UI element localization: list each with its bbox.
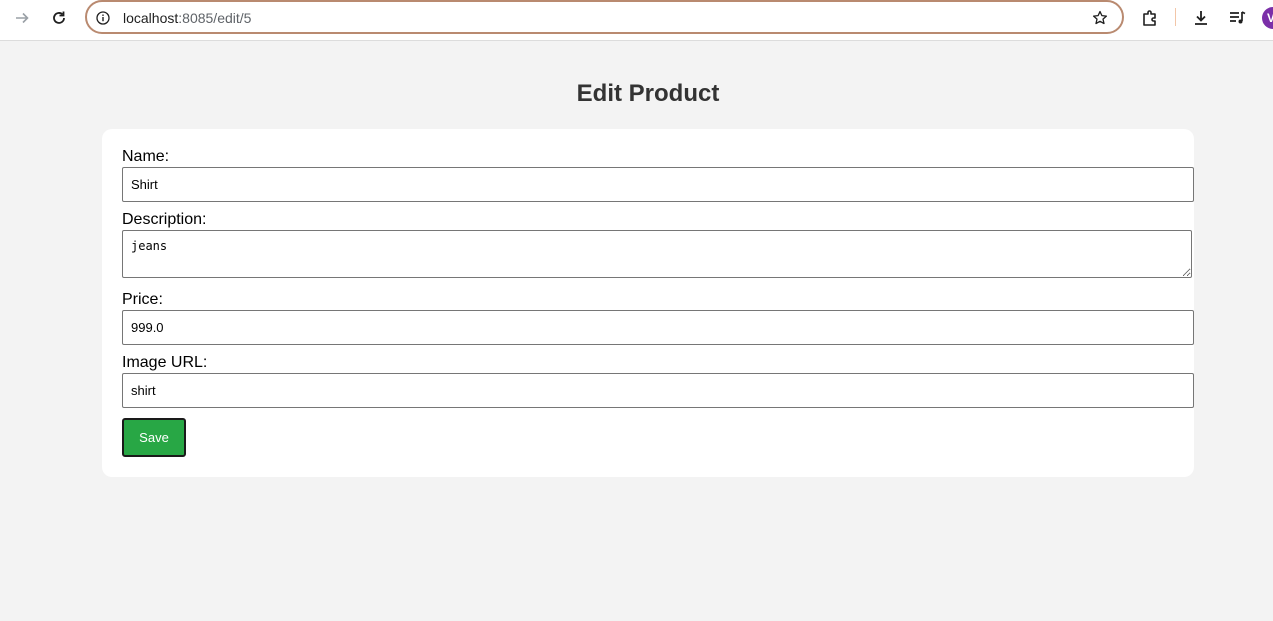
price-input[interactable] xyxy=(122,310,1194,345)
profile-initial: V xyxy=(1267,11,1273,25)
forward-icon[interactable] xyxy=(8,4,36,32)
extensions-icon[interactable] xyxy=(1136,4,1164,32)
bookmark-star-icon[interactable] xyxy=(1090,8,1110,28)
description-label: Description: xyxy=(122,211,207,228)
toolbar-separator xyxy=(1175,8,1176,26)
name-label: Name: xyxy=(122,148,170,165)
profile-avatar[interactable]: V xyxy=(1262,7,1273,29)
edit-product-form: Name: Description: jeans Price: Image UR… xyxy=(102,129,1194,477)
url-path: :8085/edit/5 xyxy=(178,10,252,26)
image-url-input[interactable] xyxy=(122,373,1194,408)
description-textarea[interactable]: jeans xyxy=(122,230,1192,278)
media-controls-icon[interactable] xyxy=(1223,4,1251,32)
page-title: Edit Product xyxy=(576,80,720,107)
url-host: localhost xyxy=(123,10,179,26)
image-url-label: Image URL: xyxy=(122,354,208,371)
browser-toolbar: localhost:8085/edit/5 V xyxy=(0,0,1273,41)
name-input[interactable] xyxy=(122,167,1194,202)
site-info-icon[interactable] xyxy=(94,9,112,27)
price-label: Price: xyxy=(122,291,163,308)
reload-icon[interactable] xyxy=(45,4,73,32)
address-bar[interactable]: localhost:8085/edit/5 xyxy=(85,0,1124,34)
save-button[interactable]: Save xyxy=(122,418,186,457)
url-text[interactable]: localhost:8085/edit/5 xyxy=(123,10,251,26)
download-icon[interactable] xyxy=(1187,4,1215,32)
